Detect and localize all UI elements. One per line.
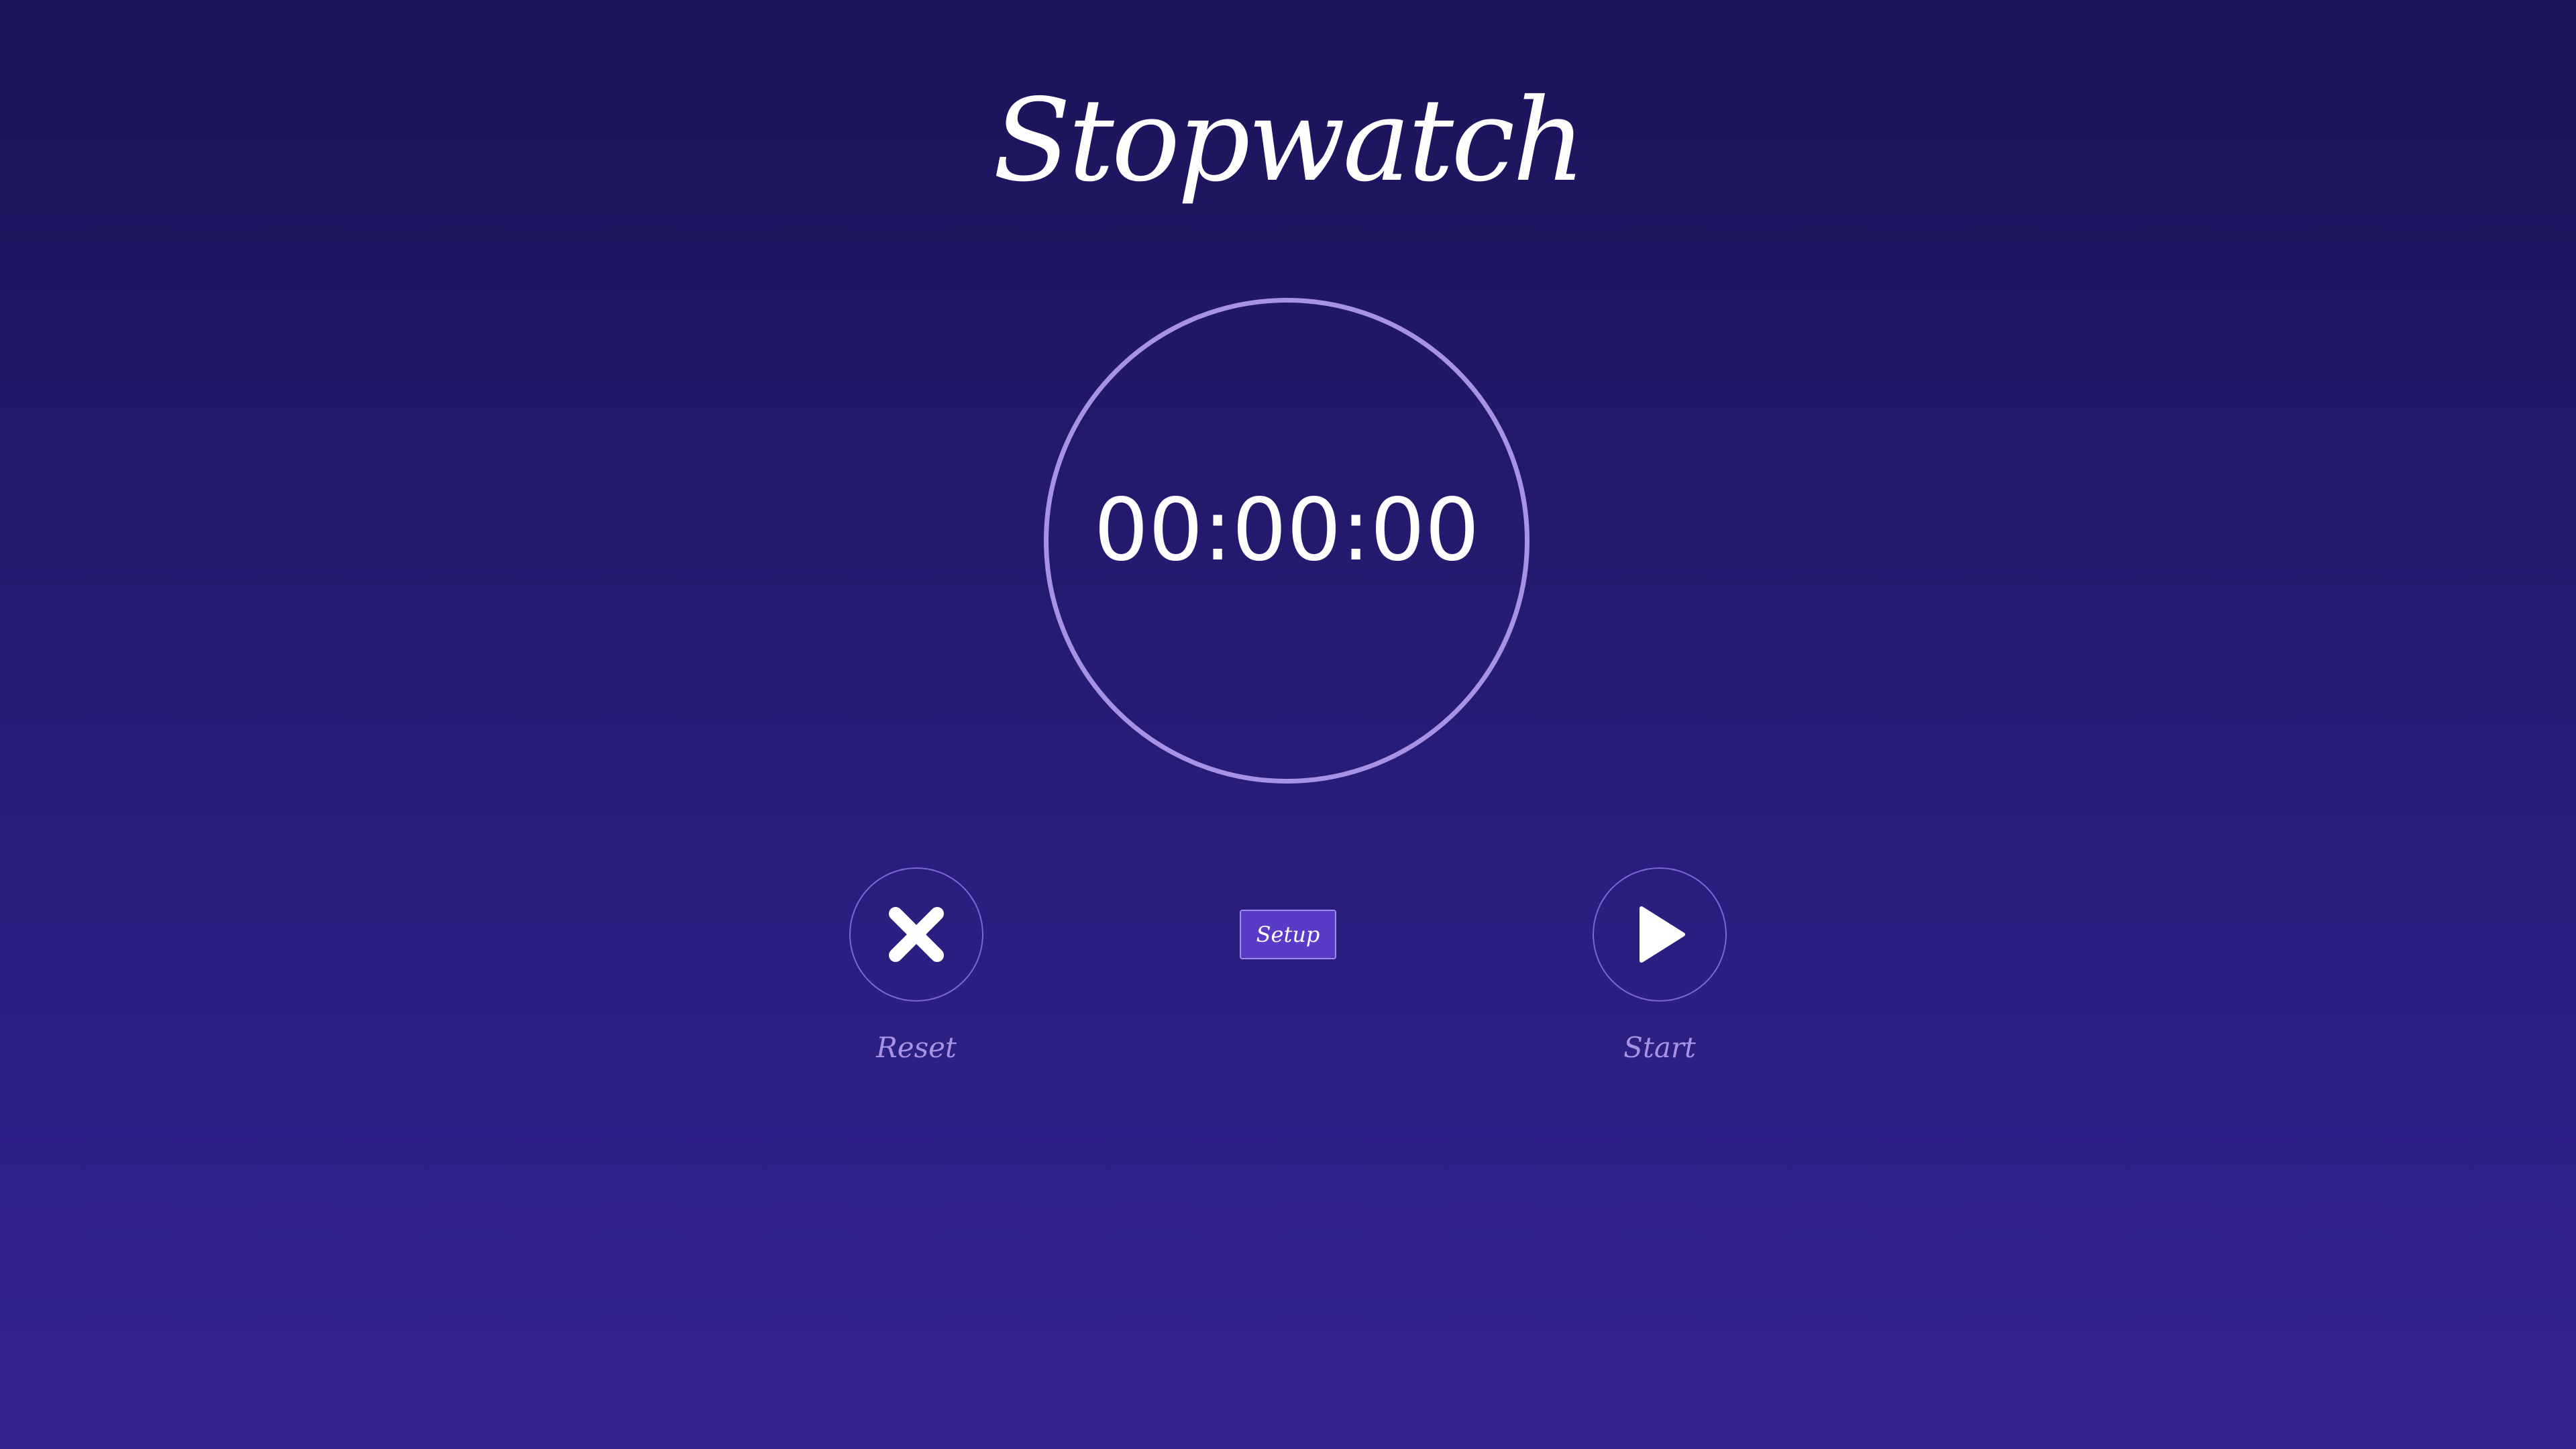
reset-button[interactable] bbox=[849, 867, 983, 1002]
start-label: Start bbox=[1623, 1031, 1696, 1064]
play-icon bbox=[1629, 904, 1690, 965]
reset-label: Reset bbox=[876, 1031, 957, 1064]
start-button[interactable] bbox=[1593, 867, 1727, 1002]
timer-display: 00:00:00 bbox=[1093, 480, 1480, 580]
close-icon bbox=[886, 904, 947, 965]
page-title: Stopwatch bbox=[993, 74, 1586, 207]
setup-button[interactable]: Setup bbox=[1240, 910, 1336, 959]
